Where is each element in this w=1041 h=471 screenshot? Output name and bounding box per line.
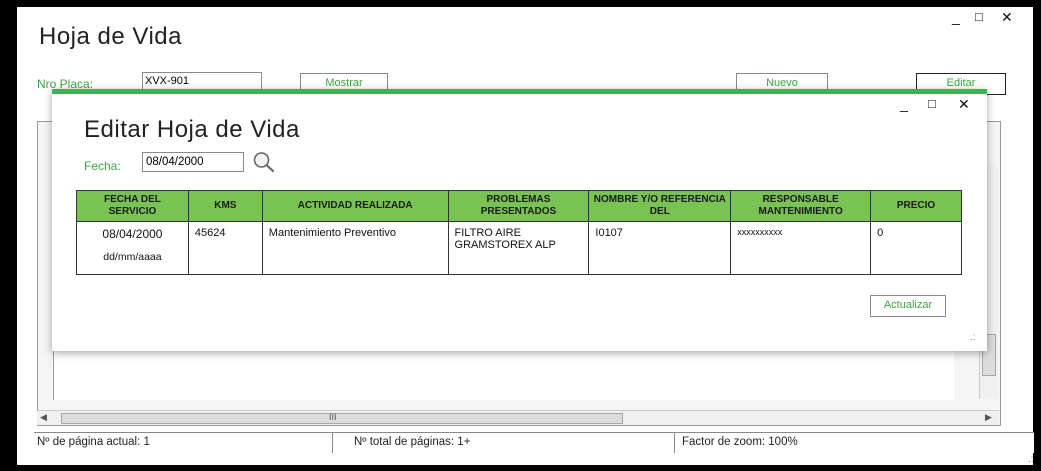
column-header: FECHA DEL SERVICIO [76,190,189,222]
cell-problems[interactable]: FILTRO AIRE GRAMSTOREX ALP [447,221,590,275]
date-format-hint: dd/mm/aaaa [103,251,162,263]
scroll-left-icon[interactable]: ◀ [40,412,47,423]
column-header: KMS [187,190,263,222]
edit-dialog: Editar Hoja de Vida _ □ ✕ Fecha: 08/04/2… [52,89,987,351]
cell-service-date[interactable]: 08/04/2000 dd/mm/aaaa [76,221,189,275]
plate-input[interactable]: XVX-901 [142,72,262,90]
cell-price[interactable]: 0 [870,221,962,275]
table-row[interactable]: 08/04/2000 dd/mm/aaaa 45624 Mantenimient… [76,221,962,275]
scroll-right-icon[interactable]: ▶ [985,412,992,423]
column-header: PRECIO [870,190,962,222]
minimize-icon[interactable]: _ [952,9,960,25]
table-header-row: FECHA DEL SERVICIO KMS ACTIVIDAD REALIZA… [76,190,962,222]
service-date-value: 08/04/2000 [102,227,163,241]
column-header: ACTIVIDAD REALIZADA [261,190,449,222]
column-header: PROBLEMAS PRESENTADOS [447,190,590,222]
cell-activity[interactable]: Mantenimiento Preventivo [261,221,449,275]
status-zoom: Factor de zoom: 100% [682,436,798,448]
dialog-resize-grip-icon[interactable]: .: [970,332,976,343]
horizontal-scroll-thumb[interactable] [61,413,623,424]
scroll-thumb-grip: III [329,412,337,422]
column-header: RESPONSABLE MANTENIMIENTO [730,190,872,222]
cell-kms[interactable]: 45624 [187,221,263,275]
date-input[interactable]: 08/04/2000 [142,152,244,172]
cell-responsible[interactable]: xxxxxxxxxx [730,221,872,275]
cell-reference[interactable]: I0107 [588,221,732,275]
status-bar: Nº de página actual: 1 Nº total de págin… [34,432,1034,453]
close-icon[interactable]: ✕ [1001,9,1013,26]
status-divider [674,433,675,453]
dialog-close-icon[interactable]: ✕ [958,96,970,113]
resize-grip-icon[interactable]: .: [1028,454,1034,465]
maximize-icon[interactable]: □ [975,9,983,24]
column-header: NOMBRE Y/O REFERENCIA DEL [588,190,732,222]
dialog-maximize-icon[interactable]: □ [928,96,936,111]
dialog-title: Editar Hoja de Vida [84,116,300,143]
maintenance-table: FECHA DEL SERVICIO KMS ACTIVIDAD REALIZA… [76,190,962,275]
date-label: Fecha: [84,159,121,173]
update-button[interactable]: Actualizar [870,295,946,317]
dialog-minimize-icon[interactable]: _ [900,96,908,112]
horizontal-scrollbar[interactable]: ◀ III ▶ [37,410,999,425]
status-current-page: Nº de página actual: 1 [37,436,150,448]
magnifier-icon[interactable] [252,150,276,179]
status-total-pages: Nº total de páginas: 1+ [354,436,471,448]
status-divider [332,433,333,453]
main-title: Hoja de Vida [39,23,182,50]
